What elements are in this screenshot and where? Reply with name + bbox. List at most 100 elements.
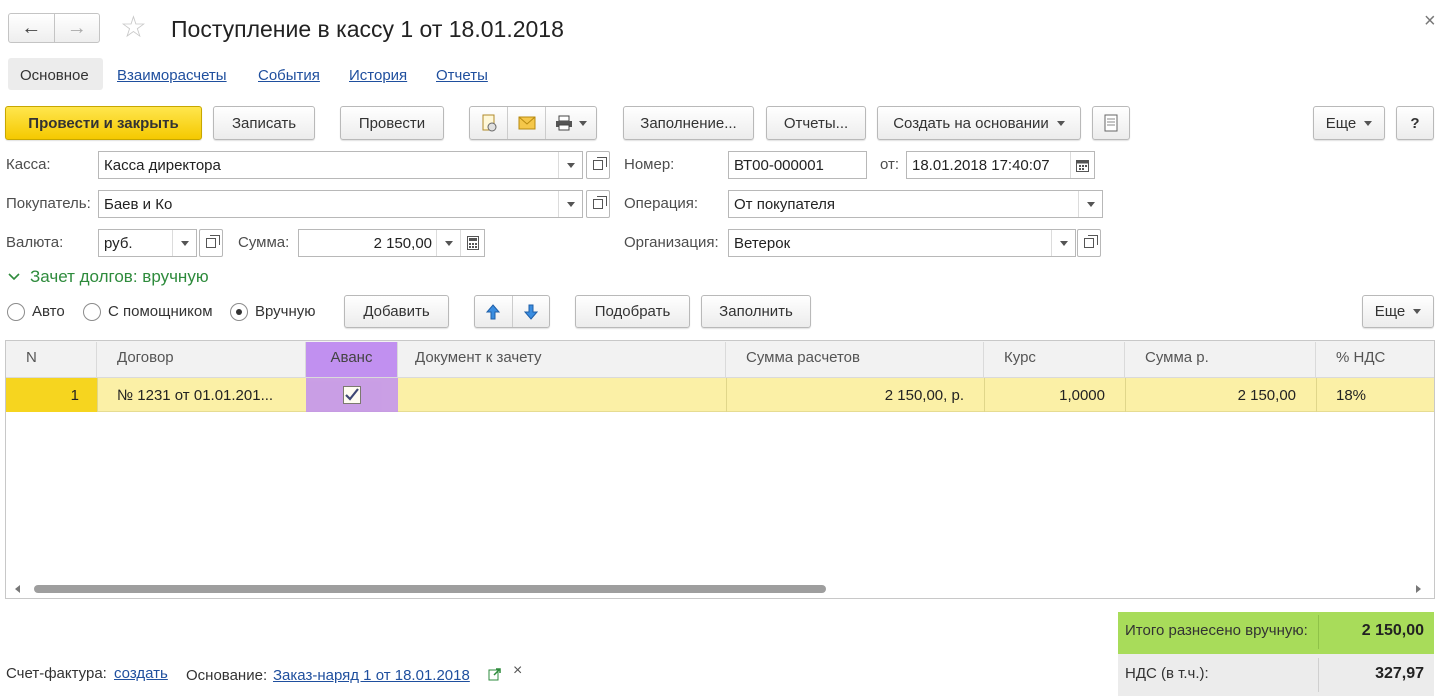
fill-table-button[interactable]: Заполнить: [701, 295, 811, 328]
checkbox-checked-icon[interactable]: [343, 386, 361, 404]
org-label: Организация:: [624, 234, 719, 251]
currency-field[interactable]: руб.: [98, 229, 197, 257]
advance-cell[interactable]: [306, 378, 398, 412]
printer-icon: [556, 115, 572, 131]
help-button[interactable]: ?: [1396, 106, 1434, 140]
column-header-sum[interactable]: Сумма расчетов: [726, 342, 984, 377]
kassa-open-button[interactable]: [586, 151, 610, 179]
create-based-button[interactable]: Создать на основании: [877, 106, 1081, 140]
chevron-down-icon: [579, 120, 587, 126]
totals-vat-value: 327,97: [1375, 665, 1424, 682]
fill-button[interactable]: Заполнение...: [623, 106, 754, 140]
tab-settlements[interactable]: Взаиморасчеты: [117, 62, 227, 90]
envelope-icon: [518, 116, 535, 130]
favorite-star-icon[interactable]: ☆: [120, 12, 147, 44]
buyer-open-button[interactable]: [586, 190, 610, 218]
currency-open-button[interactable]: [199, 229, 223, 257]
print-button[interactable]: [546, 107, 596, 139]
add-row-button[interactable]: Добавить: [344, 295, 449, 328]
row-document[interactable]: [398, 380, 726, 411]
table-more-button[interactable]: Еще: [1362, 295, 1434, 328]
calendar-button[interactable]: [1070, 152, 1094, 178]
email-button[interactable]: [508, 107, 546, 139]
mode-helper-label[interactable]: С помощником: [108, 299, 213, 325]
column-header-rate[interactable]: Курс: [984, 342, 1125, 377]
currency-dropdown[interactable]: [172, 230, 196, 256]
more-label: Еще: [1325, 114, 1357, 132]
sum-dropdown[interactable]: [436, 230, 460, 256]
window-title: Поступление в кассу 1 от 18.01.2018: [171, 16, 564, 42]
column-header-advance[interactable]: Аванс: [306, 342, 398, 377]
buyer-dropdown[interactable]: [558, 191, 582, 217]
number-label: Номер:: [624, 156, 675, 173]
move-down-button[interactable]: [513, 296, 550, 327]
org-field[interactable]: Ветерок: [728, 229, 1076, 257]
move-up-button[interactable]: [475, 296, 513, 327]
chevron-down-icon: [566, 201, 575, 207]
tab-events[interactable]: События: [258, 62, 320, 90]
row-rate[interactable]: 1,0000: [984, 380, 1117, 411]
number-field[interactable]: ВТ00-000001: [728, 151, 867, 179]
more-button[interactable]: Еще: [1313, 106, 1385, 140]
close-icon[interactable]: ×: [1424, 10, 1436, 33]
forward-button[interactable]: →: [55, 14, 100, 42]
column-header-sum-r[interactable]: Сумма р.: [1125, 342, 1316, 377]
column-header-document[interactable]: Документ к зачету: [398, 342, 726, 377]
kassa-dropdown[interactable]: [558, 152, 582, 178]
org-open-button[interactable]: [1077, 229, 1101, 257]
mode-manual-radio[interactable]: [230, 303, 248, 321]
back-button[interactable]: ←: [9, 14, 55, 42]
invoice-create-link[interactable]: создать: [114, 665, 168, 682]
date-field[interactable]: 18.01.2018 17:40:07: [906, 151, 1095, 179]
debt-section-title: Зачет долгов: вручную: [30, 267, 209, 286]
totals-manual-label: Итого разнесено вручную:: [1125, 622, 1308, 639]
row-sum-r[interactable]: 2 150,00: [1125, 380, 1308, 411]
scroll-right-icon[interactable]: [1416, 585, 1421, 593]
column-header-contract[interactable]: Договор: [97, 342, 306, 377]
buyer-field[interactable]: Баев и Ко: [98, 190, 583, 218]
horizontal-scrollbar[interactable]: [6, 582, 1434, 596]
operation-field[interactable]: От покупателя: [728, 190, 1103, 218]
org-dropdown[interactable]: [1051, 230, 1075, 256]
basis-clear-icon[interactable]: ×: [513, 662, 522, 680]
post-button[interactable]: Провести: [340, 106, 444, 140]
mode-manual-label[interactable]: Вручную: [255, 299, 316, 325]
kassa-field[interactable]: Касса директора: [98, 151, 583, 179]
document-journal-button[interactable]: [1092, 106, 1130, 140]
open-icon: [206, 235, 220, 248]
tab-history[interactable]: История: [349, 62, 407, 90]
nav-buttons: ← →: [8, 13, 100, 43]
row-sum[interactable]: 2 150,00, р.: [726, 380, 976, 411]
chevron-down-icon: [566, 162, 575, 168]
row-vat[interactable]: 18%: [1324, 380, 1424, 411]
post-and-close-button[interactable]: Провести и закрыть: [5, 106, 202, 140]
operation-dropdown[interactable]: [1078, 191, 1102, 217]
basis-open-icon[interactable]: [488, 667, 502, 685]
sum-field[interactable]: 2 150,00: [298, 229, 485, 257]
reports-button[interactable]: Отчеты...: [766, 106, 866, 140]
debt-section-toggle[interactable]: Зачет долгов: вручную: [8, 267, 209, 287]
column-header-vat[interactable]: % НДС: [1316, 342, 1434, 377]
calculator-button[interactable]: [460, 230, 484, 256]
row-number[interactable]: 1: [6, 380, 91, 411]
structure-button[interactable]: [470, 107, 508, 139]
column-header-n[interactable]: N: [6, 342, 97, 377]
kassa-label: Касса:: [6, 156, 51, 173]
tab-reports[interactable]: Отчеты: [436, 62, 488, 90]
scroll-left-icon[interactable]: [15, 585, 20, 593]
chevron-down-icon: [444, 240, 453, 246]
chevron-down-icon: [1059, 240, 1068, 246]
mode-auto-label[interactable]: Авто: [32, 299, 65, 325]
mode-helper-radio[interactable]: [83, 303, 101, 321]
basis-document-link[interactable]: Заказ-наряд 1 от 18.01.2018: [273, 667, 470, 684]
chevron-down-icon: [1086, 201, 1095, 207]
row-contract[interactable]: № 1231 от 01.01.201...: [105, 380, 305, 411]
move-buttons: [474, 295, 550, 328]
select-button[interactable]: Подобрать: [575, 295, 690, 328]
arrow-up-icon: [486, 303, 501, 319]
scrollbar-thumb[interactable]: [34, 585, 826, 593]
tab-main-label[interactable]: Основное: [20, 62, 89, 90]
mode-auto-radio[interactable]: [7, 303, 25, 321]
calculator-icon: [466, 236, 479, 250]
save-button[interactable]: Записать: [213, 106, 315, 140]
